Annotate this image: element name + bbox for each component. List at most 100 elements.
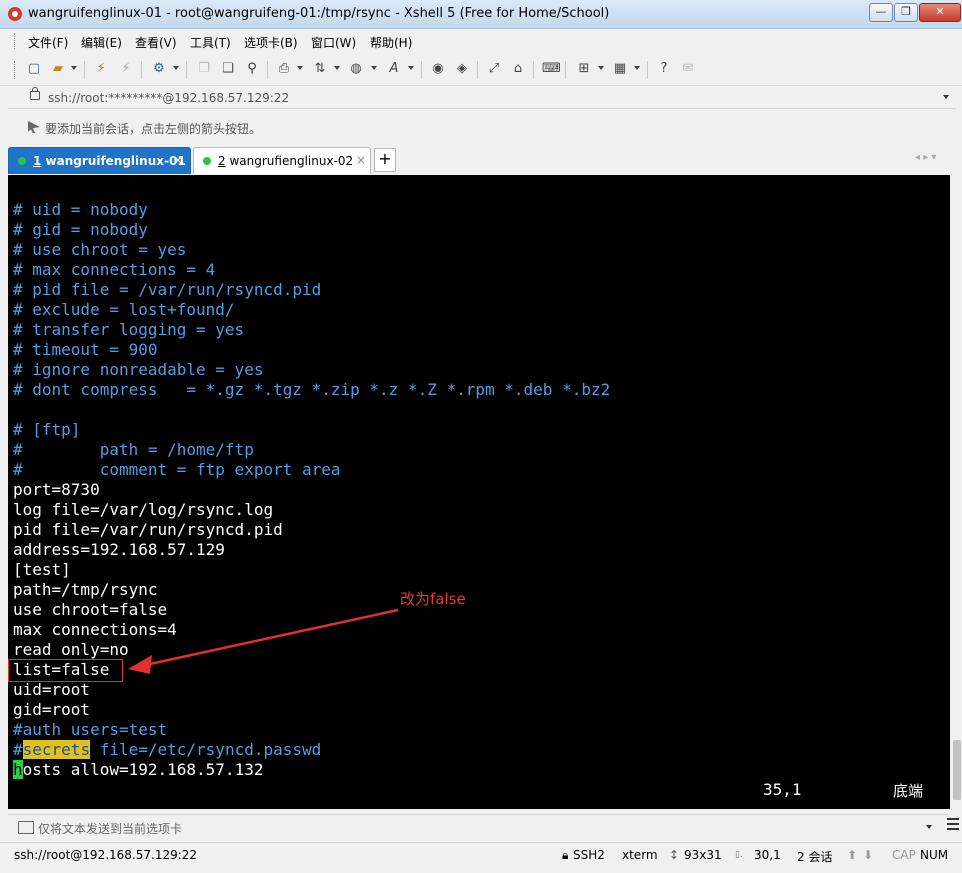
line-text: # dont compress = *.gz *.tgz *.zip *.z *… <box>13 380 611 399</box>
line-text: osts allow=192.168.57.132 <box>22 760 264 779</box>
annotation-text: 改为false <box>400 590 466 608</box>
terminal-scrollbar[interactable] <box>951 175 962 809</box>
font-dropdown-icon[interactable] <box>408 66 414 70</box>
help-icon[interactable]: ? <box>656 61 672 77</box>
line-text: read only=no <box>13 640 129 659</box>
compose-dropdown-icon[interactable] <box>926 825 932 829</box>
line-text: # path = /home/ftp <box>13 440 254 459</box>
terminal-line: # uid = nobody <box>13 200 610 220</box>
compose-icon <box>18 821 34 834</box>
tab-close-icon[interactable]: × <box>356 153 366 167</box>
lock-icon[interactable]: ⌂ <box>510 61 526 77</box>
menu-window[interactable]: 窗口(W) <box>311 34 356 51</box>
terminal-line: log file=/var/log/rsync.log <box>13 500 610 520</box>
xshell-app-icon <box>8 7 22 21</box>
line-text: log file=/var/log/rsync.log <box>13 500 274 519</box>
toolbar-separator <box>533 61 534 79</box>
transfer-dropdown-icon[interactable] <box>334 66 340 70</box>
minimize-button[interactable]: — <box>869 3 893 22</box>
menu-tools[interactable]: 工具(T) <box>190 34 231 51</box>
transfer-icon[interactable]: ⇅ <box>312 61 328 77</box>
menu-lines-icon[interactable] <box>947 818 959 832</box>
find-icon[interactable]: ⚲ <box>244 61 260 77</box>
arrow-pointer-icon[interactable] <box>28 121 40 133</box>
new-session-icon[interactable]: ▢ <box>26 61 42 77</box>
line-text: #auth users=test <box>13 720 168 739</box>
address-bar[interactable]: ssh://root:*********@192.168.57.129:22 <box>8 87 956 109</box>
add-tab-icon[interactable]: ⊞ <box>576 61 592 77</box>
address-dropdown-icon[interactable] <box>943 95 949 99</box>
print-dropdown-icon[interactable] <box>297 66 303 70</box>
terminal-line: port=8730 <box>13 480 610 500</box>
tab-index: 1 <box>33 154 42 168</box>
line-text: # use chroot = yes <box>13 240 187 259</box>
menu-help[interactable]: 帮助(H) <box>370 34 412 51</box>
connect-icon[interactable]: ⚡ <box>93 61 109 77</box>
terminal-line: # exclude = lost+found/ <box>13 300 610 320</box>
line-text: # timeout = 900 <box>13 340 158 359</box>
font-icon[interactable]: A <box>386 61 402 77</box>
globe-icon[interactable]: ◍ <box>348 61 364 77</box>
maximize-button[interactable]: ❐ <box>894 3 918 22</box>
print-icon[interactable]: ⎙ <box>276 61 292 77</box>
menu-file[interactable]: 文件(F) <box>28 34 68 51</box>
paste-icon[interactable]: ❏ <box>220 61 236 77</box>
menu-edit[interactable]: 编辑(E) <box>81 34 122 51</box>
open-dropdown-icon[interactable] <box>71 66 77 70</box>
add-tab-button[interactable]: + <box>374 148 396 172</box>
menu-view[interactable]: 查看(V) <box>135 34 177 51</box>
xftp-icon[interactable]: ◉ <box>430 61 446 77</box>
line-text: # max connections = 4 <box>13 260 216 279</box>
terminal-line: # comment = ftp export area <box>13 460 610 480</box>
line-text: [test] <box>13 560 71 579</box>
session-up-icon[interactable]: ⬆ <box>847 848 857 862</box>
tab-session-1[interactable]: 1 wangruifenglinux-01 × <box>8 147 191 174</box>
line-text: # gid = nobody <box>13 220 148 239</box>
tab-index: 2 <box>218 154 226 168</box>
close-button[interactable]: ✕ <box>919 3 961 22</box>
tab-label: wangrufienglinux-02 <box>229 154 354 168</box>
layout-icon[interactable]: ▦ <box>612 61 628 77</box>
terminal-line: max connections=4 <box>13 620 610 640</box>
copy-icon[interactable]: ❐ <box>196 61 212 77</box>
open-folder-icon[interactable]: ▰ <box>50 61 66 77</box>
tab-close-icon[interactable]: × <box>173 153 183 167</box>
terminal-line: # transfer logging = yes <box>13 320 610 340</box>
status-protocol: SSH2 <box>573 848 605 862</box>
fullscreen-icon[interactable]: ⤢ <box>486 61 502 77</box>
tab-session-2[interactable]: 2 wangrufienglinux-02 × <box>193 147 371 174</box>
session-down-icon[interactable]: ⬇ <box>863 848 873 862</box>
xagent-icon[interactable]: ◈ <box>454 61 470 77</box>
tab-nav-arrows[interactable]: ◂ ▸ ▾ <box>915 152 936 163</box>
toolbar-separator <box>84 61 85 79</box>
terminal-line: hosts allow=192.168.57.132 <box>13 760 610 780</box>
properties-icon[interactable]: ⚙ <box>151 61 167 77</box>
chat-icon[interactable]: ✉ <box>680 61 696 77</box>
compose-bar[interactable]: 仅将文本发送到当前选项卡 <box>8 814 948 839</box>
size-icon: ↕ <box>669 848 680 862</box>
terminal-line: path=/tmp/rsync <box>13 580 610 600</box>
compose-placeholder[interactable]: 仅将文本发送到当前选项卡 <box>38 820 182 837</box>
toolbar-separator <box>421 61 422 79</box>
properties-dropdown-icon[interactable] <box>173 66 179 70</box>
session-hint-bar: 要添加当前会话，点击左侧的箭头按钮。 <box>8 116 956 138</box>
globe-dropdown-icon[interactable] <box>371 66 377 70</box>
menu-tabs[interactable]: 选项卡(B) <box>244 34 298 51</box>
toolbar-separator <box>565 61 566 79</box>
keyboard-icon[interactable]: ⌨ <box>542 61 561 77</box>
terminal-line: # max connections = 4 <box>13 260 610 280</box>
scrollbar-thumb[interactable] <box>953 740 961 800</box>
terminal-lines: # uid = nobody # gid = nobody # use chroot… <box>13 200 610 780</box>
title-bar: wangruifenglinux-01 - root@wangruifeng-0… <box>0 0 962 29</box>
terminal-screen[interactable]: # uid = nobody # gid = nobody # use chroot… <box>8 175 950 809</box>
address-text[interactable]: ssh://root:*********@192.168.57.129:22 <box>48 91 289 105</box>
status-terminal-size: 93x31 <box>684 848 722 862</box>
disconnect-icon[interactable]: ⚡ <box>118 61 134 77</box>
layout-dropdown-icon[interactable] <box>634 66 640 70</box>
add-tab-dropdown-icon[interactable] <box>598 66 604 70</box>
terminal-line: #secrets file=/etc/rsyncd.passwd <box>13 740 610 760</box>
vim-cursor-position: 35,1 <box>763 780 802 799</box>
terminal-line: # dont compress = *.gz *.tgz *.zip *.z *… <box>13 380 610 400</box>
cursor-icon: ▯. <box>735 850 743 860</box>
toolbar-separator <box>477 61 478 79</box>
